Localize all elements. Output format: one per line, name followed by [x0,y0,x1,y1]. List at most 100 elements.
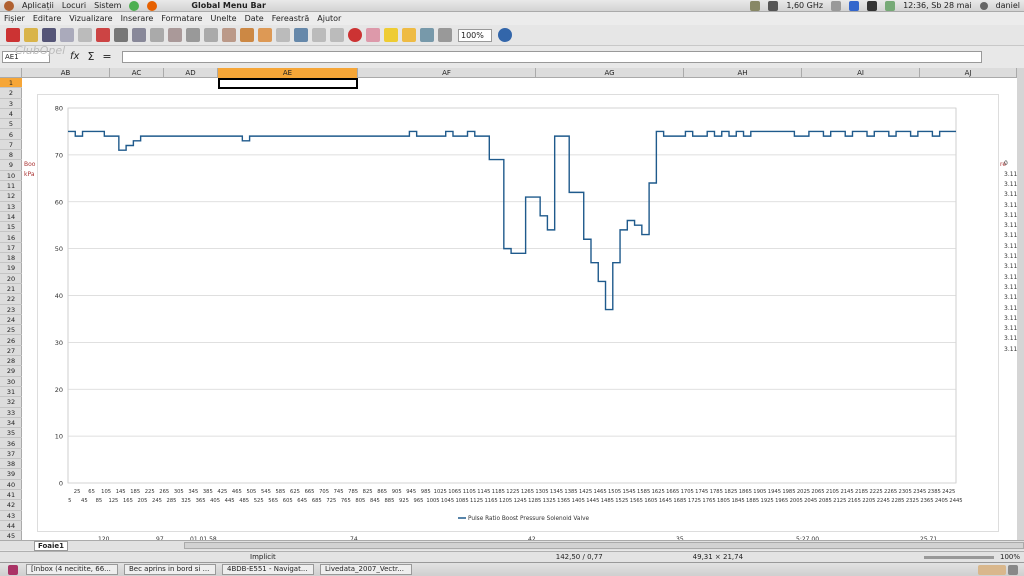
zoom-select[interactable]: 100% [458,28,492,42]
row-header[interactable]: 33 [0,408,22,418]
new-doc-icon[interactable] [6,28,20,42]
navigator-icon[interactable] [402,28,416,42]
preview-icon[interactable] [132,28,146,42]
row-header[interactable]: 26 [0,336,22,346]
menu-window[interactable]: Fereastră [272,14,310,23]
edit-icon[interactable] [78,28,92,42]
workspace-switcher-icon[interactable] [978,564,1006,575]
row-header[interactable]: 27 [0,346,22,357]
sort-ascending-icon[interactable] [312,28,326,42]
selected-cell[interactable] [218,78,358,89]
row-header[interactable]: 29 [0,366,22,377]
pivot-icon[interactable] [366,28,380,42]
column-header-selected[interactable]: AE [218,68,358,78]
row-header[interactable]: 16 [0,233,22,243]
email-icon[interactable] [60,28,74,42]
volume-icon[interactable] [867,0,878,11]
mail-icon[interactable] [885,0,896,11]
row-header[interactable]: 7 [0,140,22,151]
row-header[interactable]: 2 [0,88,22,99]
row-header[interactable]: 41 [0,490,22,501]
row-header[interactable]: 44 [0,521,22,532]
bluetooth-icon[interactable] [849,0,860,11]
column-header[interactable]: AH [684,68,802,78]
help-icon[interactable] [498,28,512,42]
select-all-corner[interactable] [0,68,22,78]
menu-system[interactable]: Sistem [94,1,121,10]
column-header[interactable]: AC [110,68,164,78]
row-header[interactable]: 5 [0,119,22,130]
row-header[interactable]: 13 [0,202,22,212]
horizontal-scrollbar[interactable] [184,542,1024,549]
row-header[interactable]: 12 [0,191,22,202]
function-wizard-icon[interactable]: fx [70,51,79,62]
menu-places[interactable]: Locuri [62,1,86,10]
zoom-level[interactable]: 100% [1000,553,1020,561]
row-header[interactable]: 22 [0,294,22,305]
clock[interactable]: 12:36, Sb 28 mai [903,1,971,10]
formula-input[interactable] [121,50,982,63]
menu-applications[interactable]: Aplicații [22,1,54,10]
row-header[interactable]: 1 [0,78,22,89]
row-header[interactable]: 4 [0,109,22,120]
menu-data[interactable]: Date [245,14,264,23]
page-style[interactable]: Implicit [250,553,276,561]
column-header[interactable]: AG [536,68,684,78]
show-desktop-icon[interactable] [8,564,18,575]
column-header[interactable]: AF [358,68,536,78]
menu-insert[interactable]: Inserare [121,14,154,23]
row-header[interactable]: 40 [0,480,22,490]
row-header[interactable]: 34 [0,418,22,429]
open-icon[interactable] [24,28,38,42]
task-nautilus[interactable]: 4BDB-E551 - Navigat... [222,564,314,575]
print-icon[interactable] [114,28,128,42]
row-header[interactable]: 31 [0,387,22,398]
hyperlink-icon[interactable] [294,28,308,42]
format-paintbrush-icon[interactable] [240,28,254,42]
menu-help[interactable]: Ajutor [317,14,341,23]
sort-descending-icon[interactable] [330,28,344,42]
row-header[interactable]: 30 [0,377,22,387]
row-header[interactable]: 38 [0,459,22,470]
row-header[interactable]: 23 [0,305,22,315]
task-calc[interactable]: Livedata_2007_Vectr... [320,564,412,575]
redo-icon[interactable] [276,28,290,42]
copy-icon[interactable] [204,28,218,42]
menu-tools[interactable]: Unelte [210,14,236,23]
row-header[interactable]: 42 [0,500,22,511]
paste-icon[interactable] [222,28,236,42]
network-icon[interactable] [831,0,842,11]
menu-file[interactable]: Fișier [4,14,25,23]
row-header[interactable]: 18 [0,253,22,264]
vertical-scrollbar[interactable] [1017,68,1024,540]
task-chrome[interactable]: Bec aprins in bord si ... [124,564,216,575]
row-header[interactable]: 3 [0,99,22,109]
row-header[interactable]: 43 [0,511,22,521]
gallery-icon[interactable] [420,28,434,42]
row-header[interactable]: 25 [0,325,22,336]
autospell-icon[interactable] [168,28,182,42]
menu-edit[interactable]: Editare [33,14,61,23]
pdf-icon[interactable] [96,28,110,42]
row-header[interactable]: 17 [0,243,22,254]
column-header[interactable]: AD [164,68,218,78]
firefox-icon[interactable] [147,0,158,11]
menu-view[interactable]: Vizualizare [69,14,112,23]
datasources-icon[interactable] [438,28,452,42]
function-equals-icon[interactable]: = [102,50,111,63]
chrome-icon[interactable] [129,0,140,11]
sheet-tab[interactable]: Foaie1 [34,540,69,551]
cut-icon[interactable] [186,28,200,42]
row-header[interactable]: 28 [0,356,22,367]
column-header[interactable]: AJ [920,68,1017,78]
indicator-icon[interactable] [750,0,761,11]
row-header[interactable]: 32 [0,397,22,408]
power-icon[interactable] [979,1,988,10]
zoom-slider[interactable] [923,555,994,559]
row-header[interactable]: 10 [0,171,22,181]
menu-format[interactable]: Formatare [161,14,202,23]
row-header[interactable]: 8 [0,150,22,161]
column-header[interactable]: AB [22,68,110,78]
show-draw-icon[interactable] [384,28,398,42]
chart-icon[interactable] [348,28,362,42]
